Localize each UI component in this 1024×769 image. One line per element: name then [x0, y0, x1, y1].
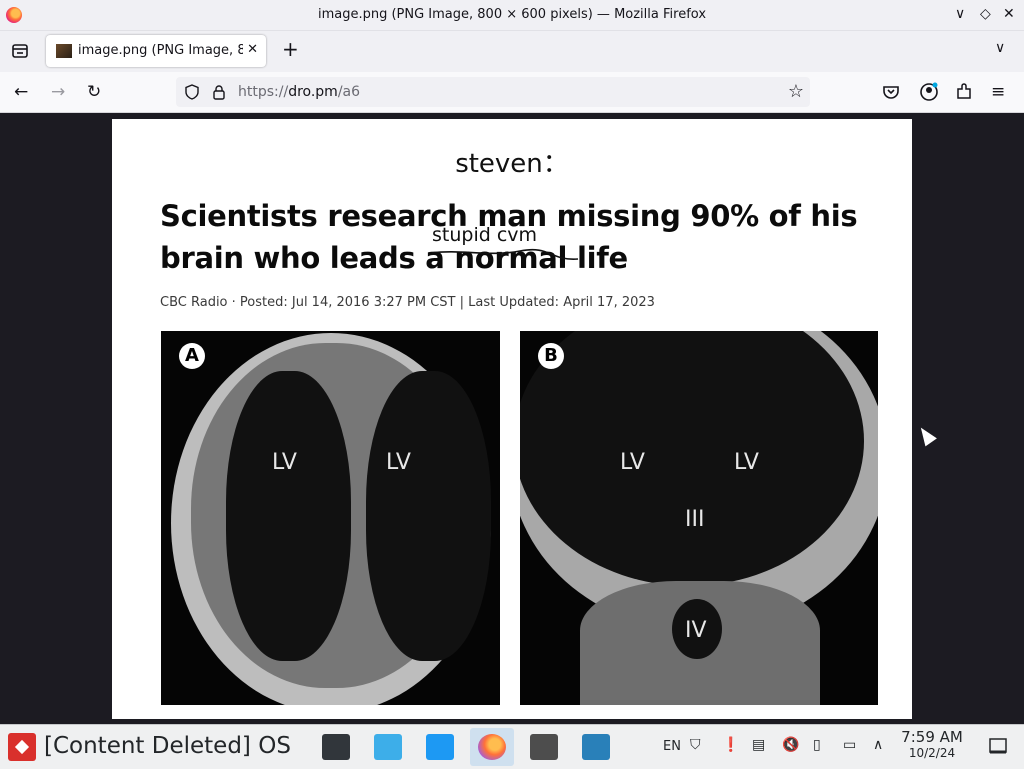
- taskbar-files-app[interactable]: [418, 728, 462, 766]
- window-titlebar: image.png (PNG Image, 800 × 600 pixels) …: [0, 0, 1024, 31]
- panel-letter-b: B: [538, 343, 564, 369]
- store-bag-icon: [374, 734, 402, 760]
- alert-icon[interactable]: ❗: [722, 737, 739, 753]
- label-lv: LV: [272, 450, 297, 475]
- taskbar: [Content Deleted] OS EN ⛉ ❗ ▤ 🔇 ▯ ▭ ∧ 7:…: [0, 724, 1024, 769]
- os-label[interactable]: [Content Deleted] OS: [44, 733, 291, 759]
- account-icon[interactable]: [919, 82, 939, 102]
- strikethrough-scribble: [431, 248, 579, 260]
- maximize-button[interactable]: ◇: [980, 6, 991, 22]
- url-text[interactable]: https://dro.pm/a6: [238, 84, 360, 100]
- url-host: dro.pm: [288, 84, 338, 100]
- close-tab-button[interactable]: ✕: [247, 42, 258, 57]
- skull-outline-a: [171, 333, 491, 705]
- show-desktop-icon[interactable]: [988, 737, 1008, 755]
- label-lv: LV: [734, 450, 759, 475]
- headline-line-2-start: brain who leads a: [160, 241, 455, 275]
- app-menu-button[interactable]: ≡: [991, 82, 1005, 102]
- new-tab-button[interactable]: +: [282, 37, 299, 61]
- lock-icon[interactable]: [212, 84, 226, 100]
- taskbar-monitor-app[interactable]: [574, 728, 618, 766]
- firefox-view-icon[interactable]: [11, 42, 29, 60]
- app-launcher-button[interactable]: [8, 733, 36, 761]
- extensions-icon[interactable]: [955, 83, 973, 101]
- taskbar-firefox-app[interactable]: [470, 728, 514, 766]
- clock-time: 7:59 AM: [901, 728, 963, 746]
- image-favicon-icon: [56, 44, 72, 58]
- pocket-icon[interactable]: [882, 83, 900, 101]
- ventricle-cavity-b: [520, 331, 864, 586]
- taskbar-discover-app[interactable]: [366, 728, 410, 766]
- network-icon[interactable]: ▭: [843, 737, 856, 753]
- ventricle-left-a: [226, 371, 351, 661]
- tab-bar: image.png (PNG Image, 800 × 600 pixels) …: [0, 31, 1024, 72]
- minimize-button[interactable]: ∨: [955, 6, 965, 22]
- close-window-button[interactable]: ✕: [1003, 6, 1015, 22]
- system-monitor-icon: [582, 734, 610, 760]
- page-viewport: steven： Scientists research man missing …: [0, 113, 1024, 723]
- bookmark-star-icon[interactable]: ☆: [788, 81, 804, 102]
- mri-scan-b: B LV LV III IV: [520, 331, 878, 705]
- label-iii: III: [685, 507, 705, 532]
- battery-icon[interactable]: ▯: [813, 737, 821, 753]
- forward-button[interactable]: →: [51, 82, 65, 102]
- reload-button[interactable]: ↻: [87, 82, 101, 102]
- clipboard-icon[interactable]: ▤: [752, 737, 765, 753]
- ventricle-right-a: [366, 371, 491, 661]
- brain-tissue-a: [191, 343, 491, 688]
- article-byline: CBC Radio · Posted: Jul 14, 2016 3:27 PM…: [160, 295, 655, 310]
- security-shield-icon[interactable]: ⛉: [690, 737, 701, 753]
- tab-label: image.png (PNG Image, 800 × 600 pixels): [78, 43, 243, 58]
- url-bar[interactable]: https://dro.pm/a6 ☆: [176, 77, 810, 107]
- url-protocol: https://: [238, 84, 289, 100]
- label-lv: LV: [386, 450, 411, 475]
- keyboard-layout-indicator[interactable]: EN: [663, 739, 681, 754]
- taskbar-terminal-app[interactable]: [522, 728, 566, 766]
- firefox-icon: [478, 734, 506, 760]
- ct-scan-a: A LV LV: [161, 331, 500, 705]
- window-title: image.png (PNG Image, 800 × 600 pixels) …: [317, 7, 707, 22]
- list-all-tabs-button[interactable]: ∨: [995, 40, 1005, 56]
- settings-sliders-icon: [322, 734, 350, 760]
- back-button[interactable]: ←: [14, 82, 28, 102]
- shield-icon[interactable]: [184, 84, 200, 100]
- handwritten-annotation: stupid cvm: [432, 224, 538, 246]
- tab-image-png[interactable]: image.png (PNG Image, 800 × 600 pixels) …: [46, 35, 266, 67]
- clock[interactable]: 7:59 AM 10/2/24: [896, 729, 968, 761]
- meme-author: steven：: [455, 149, 569, 179]
- url-path: /a6: [337, 84, 361, 100]
- tray-expand-icon[interactable]: ∧: [873, 737, 883, 753]
- terminal-icon: [530, 734, 558, 760]
- taskbar-settings-app[interactable]: [314, 728, 358, 766]
- displayed-image: steven： Scientists research man missing …: [112, 119, 912, 719]
- label-lv: LV: [620, 450, 645, 475]
- label-iv: IV: [685, 618, 707, 643]
- clock-date: 10/2/24: [908, 746, 956, 760]
- panel-letter-a: A: [179, 343, 205, 369]
- navigation-toolbar: ← → ↻ https://dro.pm/a6 ☆ ≡: [0, 72, 1024, 113]
- folder-icon: [426, 734, 454, 760]
- volume-muted-icon[interactable]: 🔇: [782, 737, 799, 753]
